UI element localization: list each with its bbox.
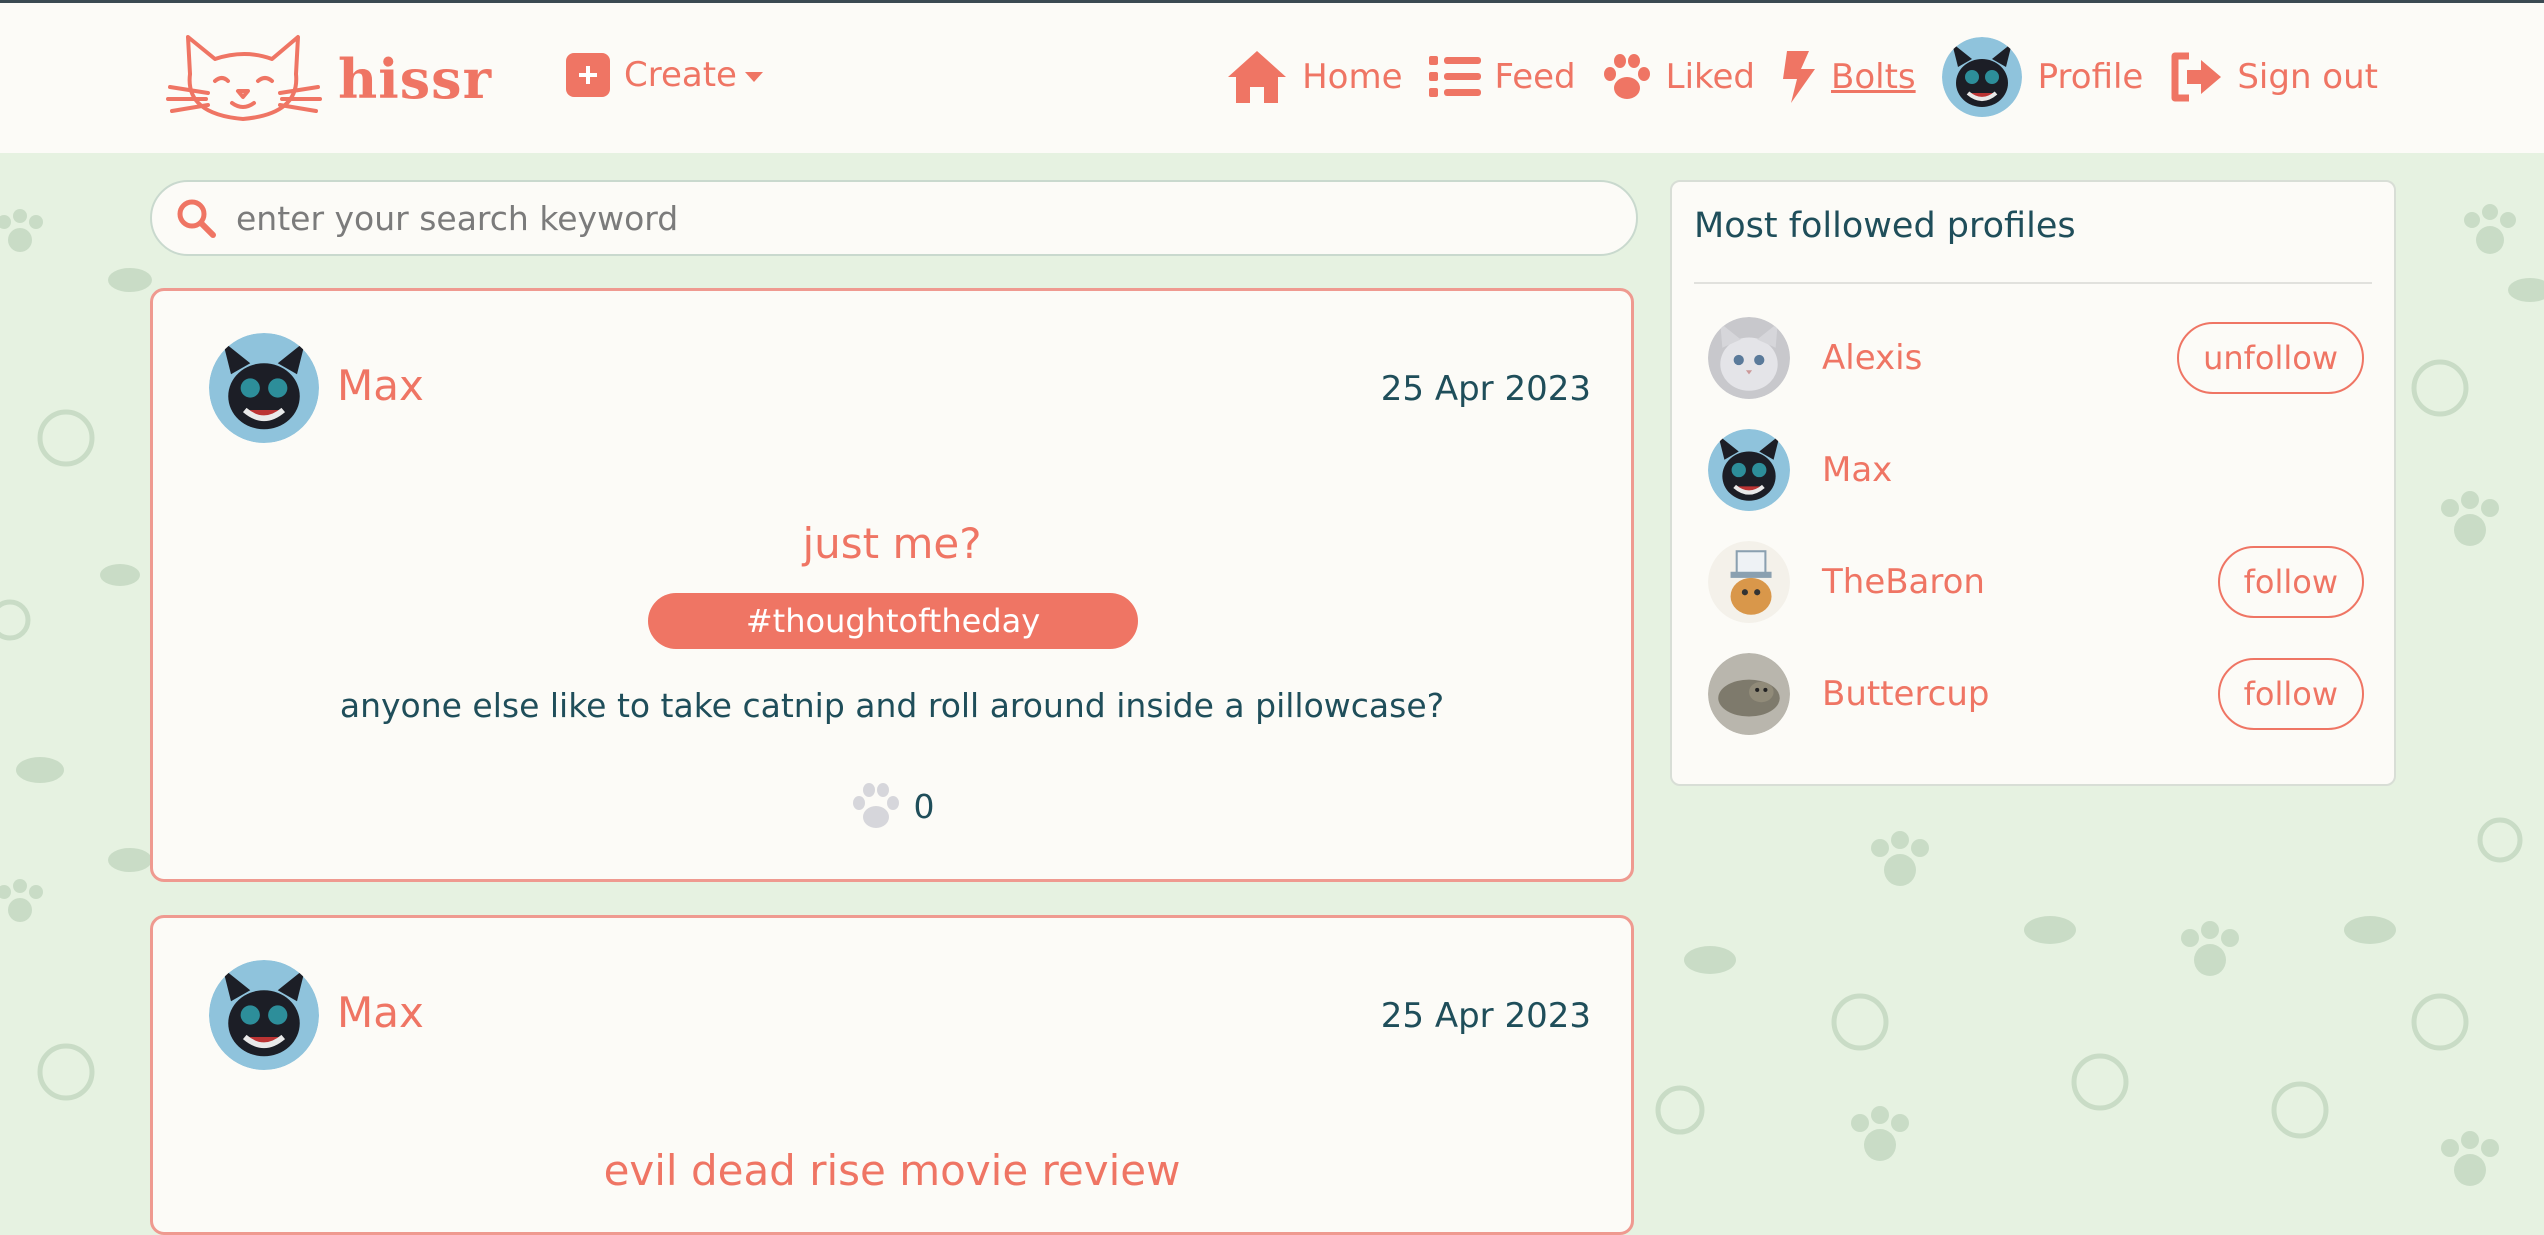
post-author[interactable]: Max: [337, 361, 424, 410]
nav-signout[interactable]: Sign out: [2169, 52, 2378, 102]
nav-signout-label: Sign out: [2237, 57, 2378, 97]
chevron-down-icon: [744, 72, 763, 82]
profile-row: Alexis unfollow: [1708, 314, 2364, 402]
profile-name[interactable]: Buttercup: [1822, 674, 2218, 714]
most-followed-panel: Most followed profiles Alexis unfollow M…: [1670, 180, 2396, 786]
post-card: Max 25 Apr 2023 just me? #thoughtoftheda…: [150, 288, 1634, 882]
home-icon: [1228, 51, 1287, 103]
follow-button[interactable]: follow: [2217, 658, 2364, 730]
navbar: hissr Create Home Feed Liked Bolts Profi…: [0, 3, 2544, 153]
post-card: Max 25 Apr 2023 evil dead rise movie rev…: [150, 915, 1634, 1235]
avatar[interactable]: [1708, 317, 1790, 399]
avatar[interactable]: [1708, 429, 1790, 511]
nav-links: Home Feed Liked Bolts Profile Sign out: [1200, 37, 2378, 117]
post-author[interactable]: Max: [337, 988, 424, 1037]
profile-name[interactable]: Alexis: [1822, 338, 2177, 378]
divider: [1694, 282, 2372, 284]
window-top-border: [0, 0, 2544, 3]
nav-home-label: Home: [1302, 57, 1403, 97]
nav-home[interactable]: Home: [1226, 49, 1403, 105]
create-dropdown[interactable]: Create: [566, 53, 763, 97]
search-bar: [150, 180, 1638, 256]
plus-square-icon: [566, 53, 610, 97]
avatar[interactable]: [1708, 541, 1790, 623]
unfollow-button[interactable]: unfollow: [2177, 322, 2364, 394]
post-body: anyone else like to take catnip and roll…: [339, 686, 1445, 725]
profile-row: Max: [1708, 426, 2364, 514]
nav-liked-label: Liked: [1665, 57, 1755, 97]
paw-icon[interactable]: [850, 781, 902, 831]
nav-profile-label: Profile: [2037, 57, 2144, 97]
profile-row: Buttercup follow: [1708, 650, 2364, 738]
search-icon: [177, 199, 216, 238]
follow-button[interactable]: follow: [2217, 546, 2364, 618]
profile-name[interactable]: Max: [1822, 450, 2364, 490]
post-date: 25 Apr 2023: [1380, 996, 1591, 1036]
post-tag[interactable]: #thoughtoftheday: [648, 593, 1138, 649]
brand-name: hissr: [338, 47, 493, 111]
list-icon: [1428, 56, 1481, 97]
brand-link[interactable]: hissr: [160, 29, 492, 129]
post-likes: 0: [153, 781, 1631, 831]
profile-name[interactable]: TheBaron: [1822, 562, 2218, 602]
cat-logo-icon: [166, 35, 322, 121]
paw-icon: [1603, 54, 1650, 99]
author-avatar[interactable]: [209, 333, 319, 443]
like-count: 0: [913, 786, 935, 826]
bolt-icon: [1783, 51, 1815, 103]
post-date: 25 Apr 2023: [1380, 369, 1591, 409]
panel-title: Most followed profiles: [1694, 206, 2076, 246]
nav-feed-label: Feed: [1494, 57, 1576, 97]
search-input[interactable]: [234, 197, 1538, 239]
create-label: Create: [624, 55, 737, 95]
avatar[interactable]: [1708, 653, 1790, 735]
post-title[interactable]: just me?: [153, 519, 1631, 568]
nav-profile[interactable]: Profile: [1941, 37, 2144, 117]
nav-bolts-label: Bolts: [1831, 57, 1916, 97]
post-title[interactable]: evil dead rise movie review: [153, 1146, 1631, 1195]
nav-bolts[interactable]: Bolts: [1781, 49, 1916, 105]
sign-out-icon: [2171, 52, 2222, 102]
author-avatar[interactable]: [209, 960, 319, 1070]
nav-feed[interactable]: Feed: [1428, 54, 1576, 100]
avatar: [1941, 37, 2022, 117]
nav-liked[interactable]: Liked: [1602, 52, 1755, 102]
profile-row: TheBaron follow: [1708, 538, 2364, 626]
